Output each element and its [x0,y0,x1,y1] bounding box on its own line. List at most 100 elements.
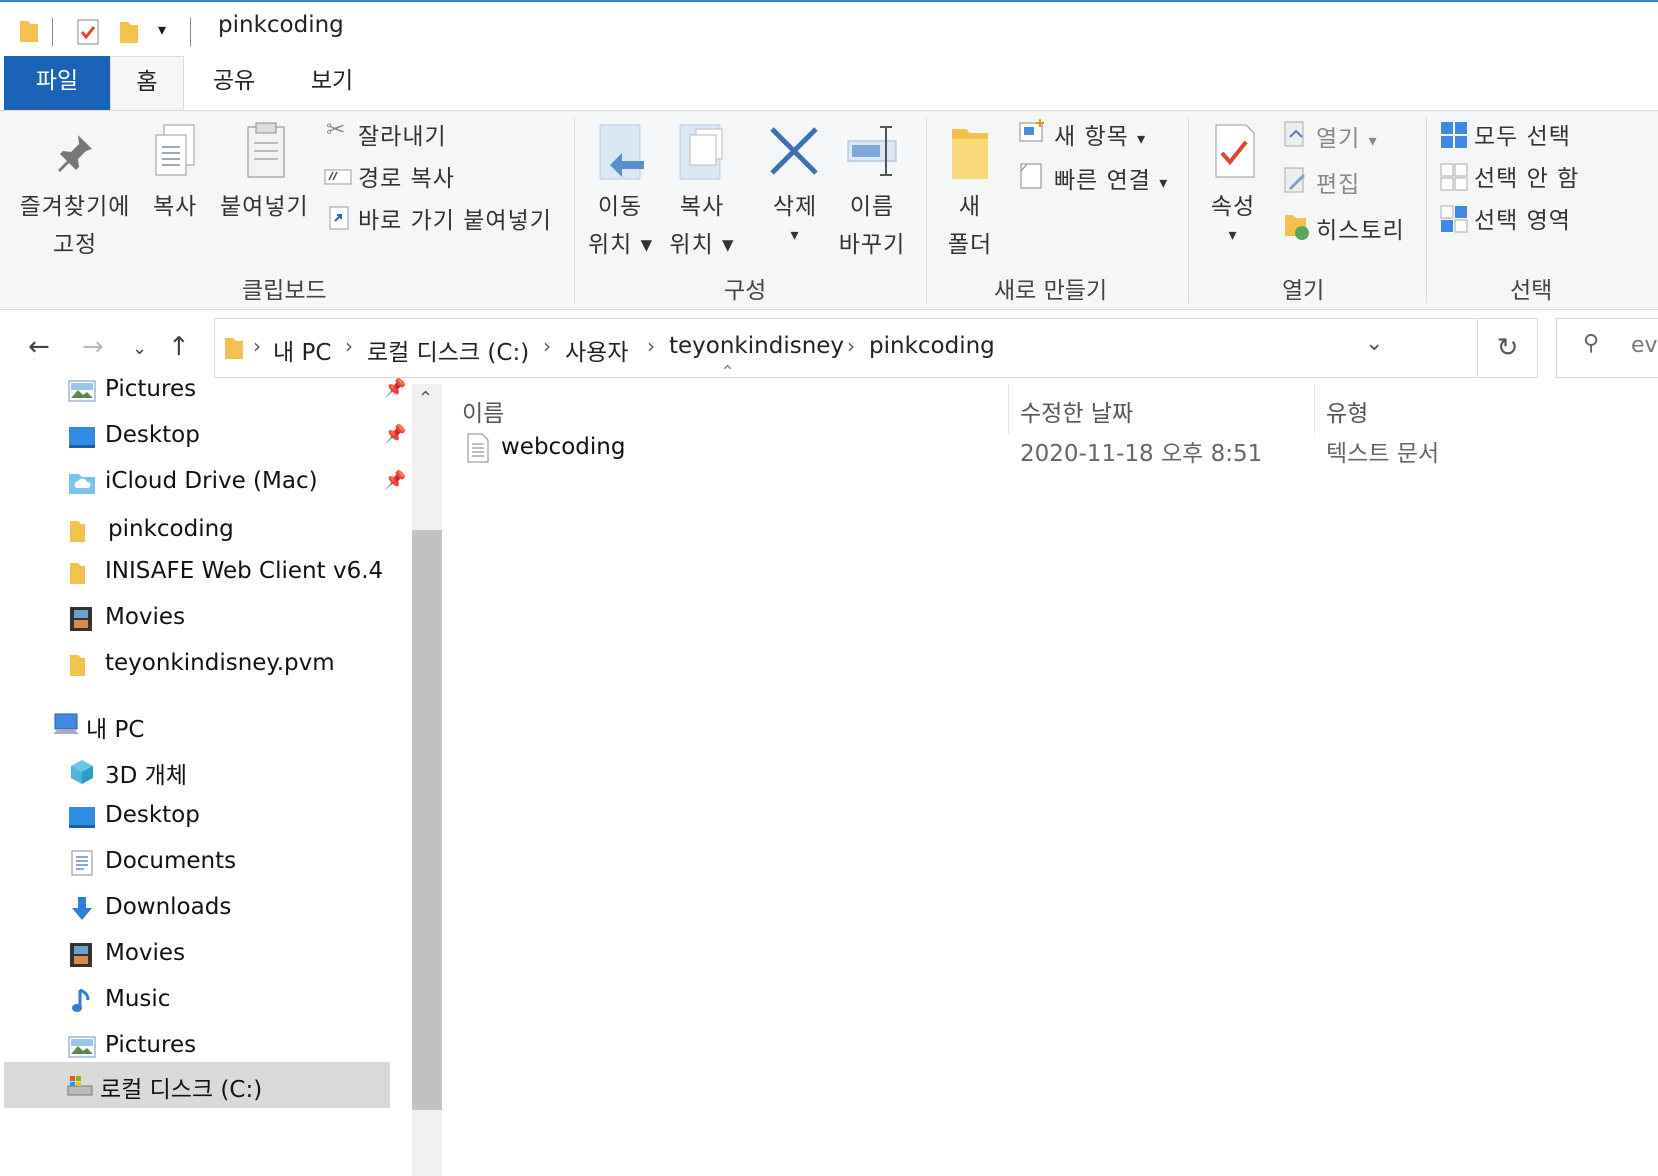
select-all-button[interactable]: 모두 선택 [1474,117,1571,151]
properties-dropdown-icon[interactable]: ▾ [1200,225,1266,244]
tab-file[interactable]: 파일 [4,56,110,110]
nav-item-music[interactable]: Music [0,978,412,1024]
table-row[interactable]: webcoding 2020-11-18 오후 8:51 텍스트 문서 [446,428,1658,478]
breadcrumb-separator-icon[interactable]: › [847,334,855,358]
breadcrumb-users[interactable]: 사용자 [565,333,628,367]
edit-button[interactable]: 편집 [1316,165,1360,199]
customize-toolbar-chevron-icon[interactable]: ▾ [158,20,166,39]
movies-icon [70,943,92,967]
drive-icon [67,1076,93,1096]
nav-item-this-pc[interactable]: 내 PC [0,702,412,748]
nav-item-local-disk[interactable]: 로컬 디스크 (C:) [4,1062,390,1108]
paste-shortcut-button[interactable]: 바로 가기 붙여넣기 [358,201,552,235]
music-icon [72,988,90,1012]
nav-label: 3D 개체 [105,763,187,789]
column-header-type[interactable]: 유형 [1326,394,1368,428]
column-header-name[interactable]: 이름 [462,394,504,428]
file-modified: 2020-11-18 오후 8:51 [1020,441,1263,467]
scroll-up-chevron-icon[interactable]: ⌃ [418,388,433,409]
nav-item-teyonkindisney-pvm[interactable]: teyonkindisney.pvm [0,642,412,688]
downloads-icon [72,897,92,920]
column-header-modified[interactable]: 수정한 날짜 [1020,394,1133,428]
cut-scissors-icon: ✂ [326,117,347,143]
nav-item-inisafe[interactable]: INISAFE Web Client v6.4 [0,550,412,596]
move-to-line1: 이동 [597,194,643,220]
nav-label: Desktop [105,422,200,448]
properties-icon[interactable] [76,18,100,46]
history-icon [1285,215,1309,240]
up-arrow-icon[interactable]: ↑ [168,332,190,362]
new-item-button[interactable]: 새 항목 ▾ [1054,117,1146,151]
nav-item-desktop[interactable]: Desktop [0,794,412,840]
copy-button[interactable]: 복사 [153,187,197,221]
nav-item-downloads[interactable]: Downloads [0,886,412,932]
organize-group-label: 구성 [724,278,767,304]
move-to-line2: 위치 ▾ [588,232,654,258]
pin-to-quick-access-button[interactable]: 즐겨찾기에 고정 [16,187,134,259]
navigation-pane: Pictures 📌 Desktop 📌 iCloud Drive (Mac) … [0,376,446,1176]
folder-icon [70,655,85,676]
delete-button[interactable]: 삭제 ▾ [760,187,830,244]
nav-item-pictures-quick[interactable]: Pictures 📌 [0,368,412,414]
breadcrumb-local-disk[interactable]: 로컬 디스크 (C:) [367,333,529,367]
search-query: ev [1631,333,1658,358]
select-none-button[interactable]: 선택 안 함 [1474,159,1579,193]
properties-icon [1215,124,1255,178]
new-folder-button[interactable]: 새 폴더 [938,187,1002,259]
select-group-label: 선택 [1510,278,1553,304]
refresh-icon[interactable]: ↻ [1478,318,1538,378]
nav-item-movies-quick[interactable]: Movies [0,596,412,642]
copy-icon [155,124,195,176]
nav-item-pinkcoding[interactable]: pinkcoding [0,508,412,554]
new-folder-line2: 폴더 [947,232,993,258]
breadcrumb-separator-icon[interactable]: › [543,334,551,358]
back-arrow-icon[interactable]: ← [28,332,50,362]
copy-to-line2: 위치 ▾ [669,232,735,258]
search-input[interactable]: ⚲ ev [1556,318,1658,378]
tab-view[interactable]: 보기 [292,56,372,110]
forward-arrow-icon[interactable]: → [82,332,104,362]
nav-label: teyonkindisney.pvm [105,650,335,676]
open-button[interactable]: 열기 ▾ [1316,119,1378,153]
nav-label: Movies [105,604,186,630]
delete-dropdown-icon[interactable]: ▾ [760,225,830,244]
breadcrumb-separator-icon[interactable]: › [647,334,655,358]
nav-item-movies[interactable]: Movies [0,932,412,978]
cut-button[interactable]: 잘라내기 [358,117,447,151]
nav-label: 로컬 디스크 (C:) [100,1077,263,1103]
nav-label: Pictures [105,376,197,402]
breadcrumb-user[interactable]: teyonkindisney [669,333,844,359]
copy-to-button[interactable]: 복사 위치 ▾ [666,187,738,259]
breadcrumb-current-folder[interactable]: pinkcoding [869,333,995,359]
new-folder-line1: 새 [958,194,982,220]
nav-item-3d-objects[interactable]: 3D 개체 [0,748,412,794]
recent-locations-chevron-icon[interactable]: ⌄ [132,338,147,359]
folder-icon [70,563,85,584]
pin-label-line1: 즐겨찾기에 [19,194,131,220]
delete-label: 삭제 [772,194,818,220]
breadcrumb-separator-icon[interactable]: › [345,334,353,358]
nav-scrollbar-thumb[interactable] [412,530,442,1110]
select-none-icon [1440,163,1468,191]
copy-path-button[interactable]: 경로 복사 [358,159,455,193]
nav-item-icloud[interactable]: iCloud Drive (Mac) 📌 [0,460,412,506]
tab-share[interactable]: 공유 [194,56,274,110]
breadcrumb-separator-icon[interactable]: › [253,334,261,358]
folder-icon [225,338,243,359]
edit-icon [1284,167,1306,193]
tab-home[interactable]: 홈 [110,56,184,111]
rename-button[interactable]: 이름 바꾸기 [834,187,910,259]
paste-shortcut-icon [329,206,349,230]
nav-item-desktop-quick[interactable]: Desktop 📌 [0,414,412,460]
properties-button[interactable]: 속성 ▾ [1200,187,1266,244]
pin-icon: 📌 [384,424,407,445]
new-folder-icon[interactable] [118,18,140,46]
invert-selection-button[interactable]: 선택 영역 [1474,201,1571,235]
paste-button[interactable]: 붙여넣기 [220,187,309,221]
history-button[interactable]: 히스토리 [1316,211,1405,245]
breadcrumb-this-pc[interactable]: 내 PC [273,333,331,367]
move-to-button[interactable]: 이동 위치 ▾ [588,187,652,259]
address-dropdown-chevron-icon[interactable]: ⌄ [1365,331,1383,356]
easy-access-button[interactable]: 빠른 연결 ▾ [1054,161,1168,195]
nav-item-documents[interactable]: Documents [0,840,412,886]
